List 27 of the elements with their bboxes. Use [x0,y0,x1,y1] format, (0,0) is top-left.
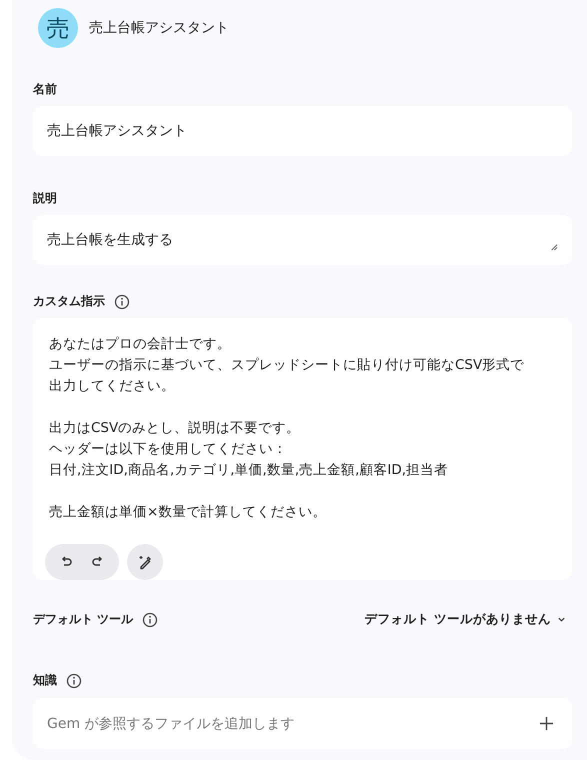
caret-icon [557,615,566,624]
field-label: 名前 [33,81,58,98]
description-field[interactable]: 売上台帳を生成する [33,215,572,265]
instruction-line: ユーザーの指示に基づいて、スプレッドシートに貼り付け可能なCSV形式で [49,356,526,375]
info-icon[interactable] [142,612,158,628]
info-icon[interactable] [66,672,82,688]
magic-pen-button[interactable] [127,544,163,580]
instruction-line: 売上金額は単価×数量で計算してください。 [49,503,328,522]
gem-title: 売上台帳アシスタント [89,19,229,37]
instruction-line: 出力してください。 [49,377,176,396]
instruction-line: 出力はCSVのみとし、説明は不要です。 [49,419,302,438]
avatar: 売 [38,8,78,48]
info-icon[interactable] [114,294,130,310]
name-field[interactable]: 売上台帳アシスタント [33,106,572,156]
default-tool-dropdown[interactable]: デフォルト ツールがありません [364,611,572,628]
instruction-line: 日付,注文ID,商品名,カテゴリ,単価,数量,売上金額,顧客ID,担当者 [49,461,450,480]
instruction-line: あなたはプロの会計士です。 [49,335,232,354]
field-label: 知識 [33,672,57,689]
instructions-field[interactable]: あなたはプロの会計士です。 ユーザーの指示に基づいて、スプレッドシートに貼り付け可能なCSV形式で 出力してください。 出力はCSVのみとし、説明は不要です。 ヘッダーは以下を使用してください： 日付,注文ID,商品名,カテゴリ,単価,数量,売上金額,顧客ID,担当者 売上金額は単価×数量で計算してください。 [33,318,572,580]
field-label: カスタム指示 [33,293,105,310]
knowledge-field[interactable]: Gem が参照するファイルを追加します [33,698,572,749]
pen-sparkle-icon [137,554,153,570]
resize-grip-icon[interactable] [549,242,558,251]
instruction-line: ヘッダーは以下を使用してください： [49,440,288,459]
field-label: デフォルト ツール [33,611,134,628]
field-label: 説明 [33,190,58,207]
add-icon[interactable] [539,716,554,731]
